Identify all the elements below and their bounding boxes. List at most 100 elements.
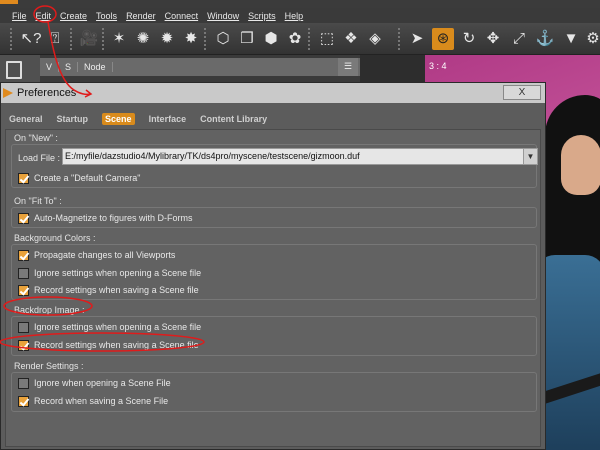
figure-face xyxy=(561,135,600,195)
render-ignore-checkbox[interactable] xyxy=(18,377,29,389)
toolbar-separator xyxy=(204,28,206,50)
render-record-option[interactable]: Record when saving a Scene File xyxy=(18,394,168,408)
backdrop-ignore-checkbox[interactable] xyxy=(18,321,29,333)
scene-pane-header: V S Node xyxy=(40,58,360,76)
section-title-backdrop-image: Backdrop Image : xyxy=(14,305,85,315)
close-button[interactable]: X xyxy=(503,85,541,100)
viewport-gap xyxy=(360,55,425,85)
bg-ignore-label: Ignore settings when opening a Scene fil… xyxy=(34,268,202,278)
load-file-dropdown[interactable]: E:/myfile/dazstudio4/Mylibrary/TK/ds4pro… xyxy=(62,148,538,165)
section-title-on-fit-to: On "Fit To" : xyxy=(14,196,62,206)
node-selection-icon[interactable]: ⊛ xyxy=(432,28,454,50)
section-title-render-settings: Render Settings : xyxy=(14,361,84,371)
section-title-on-new: On "New" : xyxy=(14,133,58,143)
help-icon[interactable]: ⍰ xyxy=(44,28,66,50)
section-render-settings: Ignore when opening a Scene File Record … xyxy=(11,372,537,412)
cube-icon[interactable]: ❒ xyxy=(236,28,258,50)
bg-propagate-label: Propagate changes to all Viewports xyxy=(34,250,176,260)
bg-propagate-option[interactable]: Propagate changes to all Viewports xyxy=(18,248,175,262)
scene-preferences-panel: On "New" : Load File : E:/myfile/dazstud… xyxy=(5,129,541,447)
viewport-label: 3 : 4 xyxy=(429,61,447,71)
bg-ignore-option[interactable]: Ignore settings when opening a Scene fil… xyxy=(18,266,201,280)
chevron-down-icon[interactable]: ▼ xyxy=(560,28,582,50)
instance-icon[interactable]: ⬚ xyxy=(316,28,338,50)
translate-icon[interactable]: ✥ xyxy=(482,28,504,50)
toolbar-separator xyxy=(10,28,12,50)
section-background-colors: Propagate changes to all Viewports Ignor… xyxy=(11,244,537,300)
menu-edit[interactable]: Edit xyxy=(36,11,52,21)
menu-create[interactable]: Create xyxy=(60,11,87,21)
menu-render[interactable]: Render xyxy=(126,11,156,21)
auto-magnetize-checkbox[interactable] xyxy=(18,212,29,224)
section-on-fit-to: Auto-Magnetize to figures with D-Forms xyxy=(11,207,537,228)
render-ignore-label: Ignore when opening a Scene File xyxy=(34,378,171,388)
bg-propagate-checkbox[interactable] xyxy=(18,249,29,261)
create-default-camera-option[interactable]: Create a "Default Camera" xyxy=(18,171,140,185)
menu-tools[interactable]: Tools xyxy=(96,11,117,21)
dialog-titlebar[interactable]: Preferences X xyxy=(1,83,545,103)
auto-magnetize-label: Auto-Magnetize to figures with D-Forms xyxy=(34,213,193,223)
section-title-background-colors: Background Colors : xyxy=(14,233,96,243)
load-file-label: Load File : xyxy=(18,153,61,163)
group-icon[interactable]: ❖ xyxy=(340,28,362,50)
pointer-icon[interactable]: ➤ xyxy=(406,28,428,50)
chevron-down-icon[interactable]: ▼ xyxy=(523,149,537,164)
bg-record-option[interactable]: Record settings when saving a Scene file xyxy=(18,283,199,297)
app-logo-strip xyxy=(0,0,18,4)
tab-content-library[interactable]: Content Library xyxy=(200,114,267,124)
distant-light-icon[interactable]: ✹ xyxy=(156,28,178,50)
create-default-camera-label: Create a "Default Camera" xyxy=(34,173,141,183)
scene-col-select[interactable]: S xyxy=(59,62,79,72)
camera-icon[interactable]: 🎥 xyxy=(78,28,100,50)
menu-help[interactable]: Help xyxy=(285,11,304,21)
bg-record-label: Record settings when saving a Scene file xyxy=(34,285,199,295)
app-top-strip xyxy=(0,0,600,8)
daz-logo-icon xyxy=(3,88,13,98)
box-icon[interactable]: ◈ xyxy=(364,28,386,50)
rotate-icon[interactable]: ↻ xyxy=(458,28,480,50)
backdrop-ignore-option[interactable]: Ignore settings when opening a Scene fil… xyxy=(18,320,201,334)
backdrop-record-checkbox[interactable] xyxy=(18,339,29,351)
toolbar-separator xyxy=(102,28,104,50)
document-icon[interactable] xyxy=(6,61,22,79)
menu-file[interactable]: File xyxy=(12,11,27,21)
menu-scripts[interactable]: Scripts xyxy=(248,11,276,21)
toolbar-separator xyxy=(308,28,310,50)
primitive-icon[interactable]: ⬡ xyxy=(212,28,234,50)
spotlight-icon[interactable]: ✶ xyxy=(108,28,130,50)
menu-connect[interactable]: Connect xyxy=(165,11,199,21)
section-backdrop-image: Ignore settings when opening a Scene fil… xyxy=(11,316,537,356)
point-light-icon[interactable]: ✺ xyxy=(132,28,154,50)
backdrop-record-label: Record settings when saving a Scene file xyxy=(34,340,199,350)
menu-bar: File Edit Create Tools Render Connect Wi… xyxy=(0,8,600,23)
render-record-checkbox[interactable] xyxy=(18,395,29,407)
tab-general[interactable]: General xyxy=(9,114,43,124)
tools-icon[interactable]: ⚙ xyxy=(582,28,600,50)
joint-icon[interactable]: ⚓ xyxy=(534,28,556,50)
whats-this-icon[interactable]: ↖? xyxy=(20,28,42,50)
render-ignore-option[interactable]: Ignore when opening a Scene File xyxy=(18,376,171,390)
auto-magnetize-option[interactable]: Auto-Magnetize to figures with D-Forms xyxy=(18,211,193,225)
tab-scene[interactable]: Scene xyxy=(102,113,135,125)
dialog-title: Preferences xyxy=(17,87,77,99)
scene-col-visible[interactable]: V xyxy=(40,62,60,72)
render-record-label: Record when saving a Scene File xyxy=(34,396,169,406)
tab-interface[interactable]: Interface xyxy=(149,114,187,124)
linear-light-icon[interactable]: ✸ xyxy=(180,28,202,50)
bg-record-checkbox[interactable] xyxy=(18,284,29,296)
menu-window[interactable]: Window xyxy=(207,11,239,21)
create-default-camera-checkbox[interactable] xyxy=(18,172,29,184)
section-on-new: Load File : E:/myfile/dazstudio4/Mylibra… xyxy=(11,144,538,188)
toolbar-separator xyxy=(70,28,72,50)
geometry-icon[interactable]: ⬢ xyxy=(260,28,282,50)
node-icon[interactable]: ✿ xyxy=(284,28,306,50)
backdrop-record-option[interactable]: Record settings when saving a Scene file xyxy=(18,338,199,352)
tab-startup[interactable]: Startup xyxy=(57,114,89,124)
toolbar-separator xyxy=(398,28,400,50)
bg-ignore-checkbox[interactable] xyxy=(18,267,29,279)
main-toolbar: ↖? ⍰ 🎥 ✶ ✺ ✹ ✸ ⬡ ❒ ⬢ ✿ ⬚ ❖ ◈ ➤ ⊛ ↻ ✥ ⤢ ⚓… xyxy=(0,23,600,55)
scale-icon[interactable]: ⤢ xyxy=(508,28,530,50)
scene-col-node[interactable]: Node xyxy=(78,62,113,72)
scene-pane-menu-icon[interactable]: ☰ xyxy=(338,58,358,76)
load-file-value: E:/myfile/dazstudio4/Mylibrary/TK/ds4pro… xyxy=(65,151,360,161)
